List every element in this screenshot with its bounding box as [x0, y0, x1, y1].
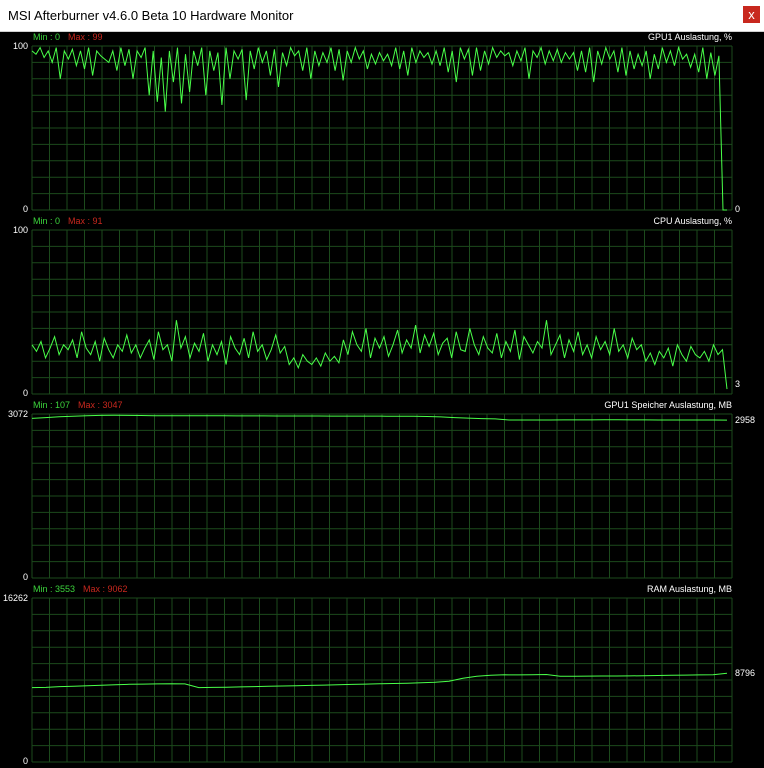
cpu-usage-graph: Min : 0 Max : 91 CPU Auslastung, % 100 0 … — [0, 216, 764, 400]
cpu-usage-plot — [31, 229, 733, 395]
gpu-memory-plot — [31, 413, 733, 579]
ram-usage-plot — [31, 597, 733, 763]
series-line — [31, 320, 728, 390]
series-line — [31, 45, 727, 211]
title-bar: MSI Afterburner v4.6.0 Beta 10 Hardware … — [0, 0, 764, 32]
gpu-usage-plot — [31, 45, 733, 211]
gpu-memory-graph: Min : 107 Max : 3047 GPU1 Speicher Auslas… — [0, 400, 764, 584]
hardware-monitor-panel: Min : 0 Max : 99 GPU1 Auslastung, % 100 0… — [0, 32, 764, 768]
close-button[interactable]: x — [743, 6, 760, 23]
ram-usage-graph: Min : 3553 Max : 9062 RAM Auslastung, MB … — [0, 584, 764, 768]
window-title: MSI Afterburner v4.6.0 Beta 10 Hardware … — [8, 8, 294, 23]
gpu-usage-graph: Min : 0 Max : 99 GPU1 Auslastung, % 100 0… — [0, 32, 764, 216]
series-line — [31, 414, 728, 421]
